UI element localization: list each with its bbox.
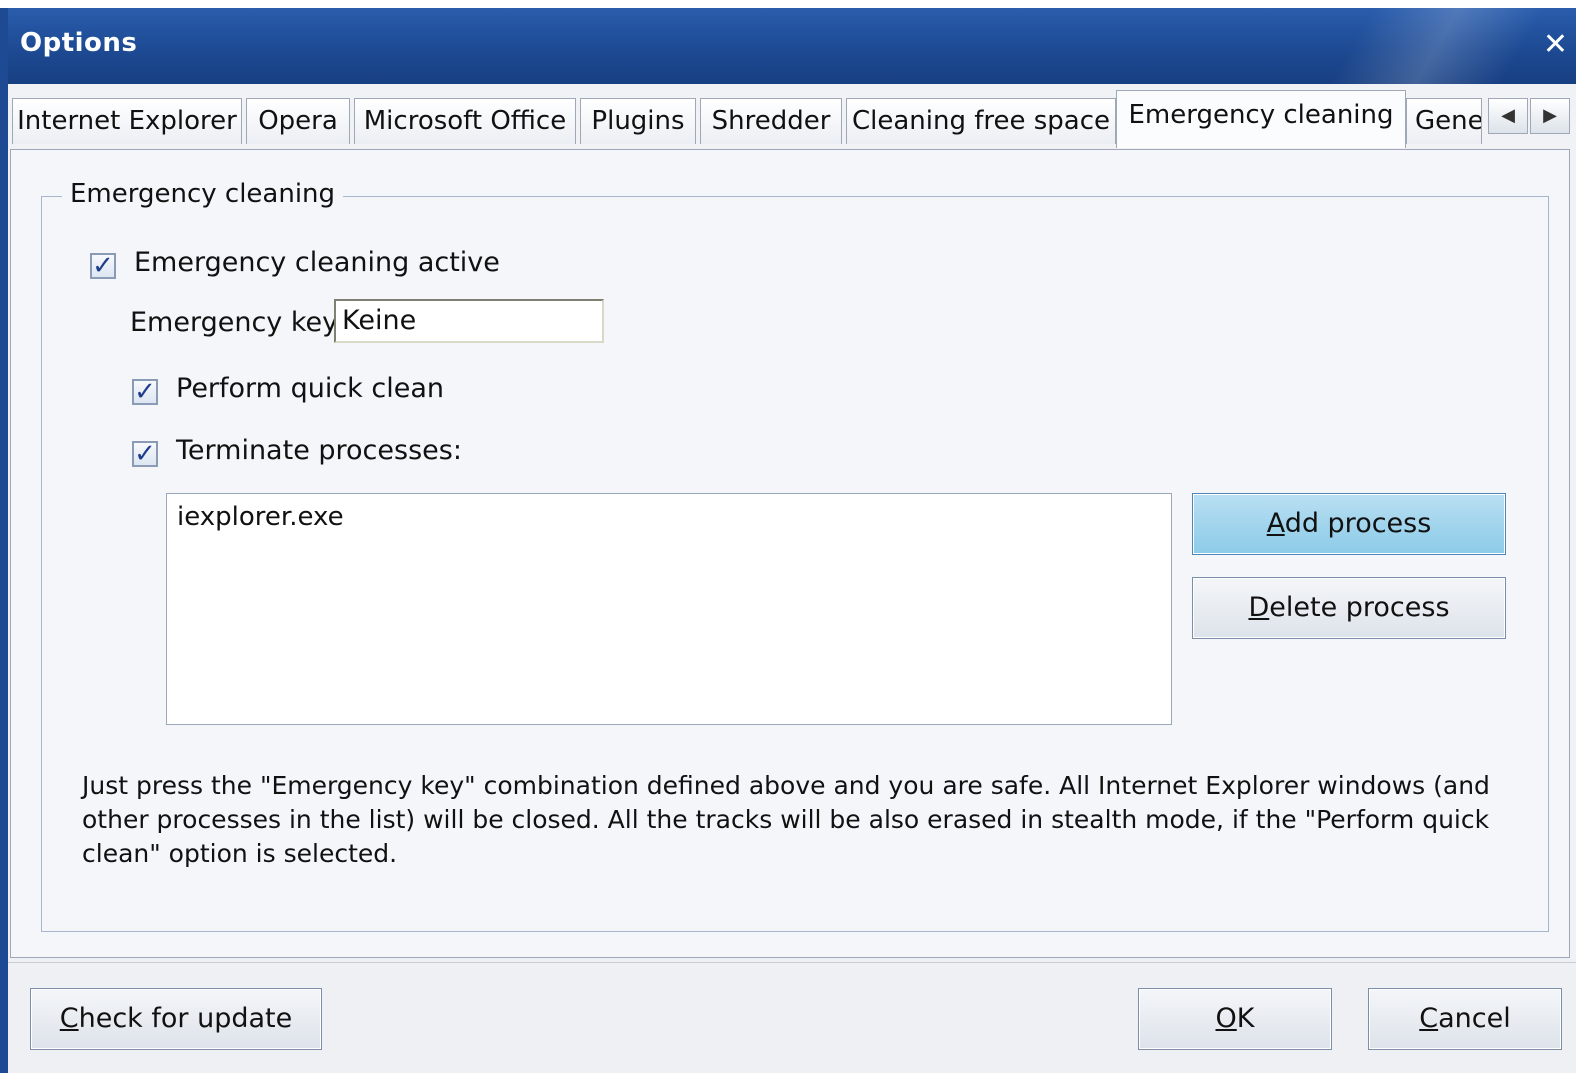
tab-emergency-cleaning[interactable]: Emergency cleaning	[1116, 90, 1406, 148]
group-title: Emergency cleaning	[62, 179, 344, 209]
emergency-active-label[interactable]: Emergency cleaning active	[134, 247, 500, 278]
emergency-key-label: Emergency key:	[130, 307, 346, 338]
window-title: Options	[20, 28, 138, 58]
quick-clean-label[interactable]: Perform quick clean	[176, 373, 444, 404]
title-bar[interactable]: Options ✕	[8, 8, 1576, 84]
tab-shredder[interactable]: Shredder	[700, 98, 842, 144]
dialog-footer: Check for update OK Cancel	[8, 958, 1576, 1073]
checkmark-icon: ✓	[134, 377, 156, 407]
delete-process-button[interactable]: Delete process	[1192, 577, 1506, 639]
tab-scroll-arrows: ◀ ▶	[1488, 98, 1572, 134]
options-dialog: Options ✕ Internet Explorer Opera Micros…	[0, 8, 1576, 1073]
terminate-processes-label[interactable]: Terminate processes:	[176, 435, 462, 466]
tab-microsoft-office[interactable]: Microsoft Office	[354, 98, 576, 144]
tab-panel: Emergency cleaning ✓ Emergency cleaning …	[10, 149, 1570, 958]
tab-cleaning-free-space[interactable]: Cleaning free space	[846, 98, 1116, 144]
arrow-right-icon[interactable]: ▶	[1530, 98, 1570, 134]
tab-general[interactable]: Gene	[1406, 98, 1482, 144]
list-item[interactable]: iexplorer.exe	[177, 502, 344, 532]
quick-clean-checkbox[interactable]: ✓	[132, 379, 158, 405]
ok-button[interactable]: OK	[1138, 988, 1332, 1050]
tab-strip: Internet Explorer Opera Microsoft Office…	[8, 84, 1576, 150]
check-for-update-button[interactable]: Check for update	[30, 988, 322, 1050]
divider	[8, 962, 1576, 963]
checkmark-icon: ✓	[134, 439, 156, 469]
close-icon[interactable]: ✕	[1543, 30, 1568, 60]
checkmark-icon: ✓	[92, 251, 114, 281]
tab-internet-explorer[interactable]: Internet Explorer	[12, 98, 242, 144]
emergency-key-field[interactable]: Keine	[334, 299, 604, 343]
emergency-cleaning-group: Emergency cleaning ✓ Emergency cleaning …	[41, 179, 1549, 932]
description-text: Just press the "Emergency key" combinati…	[82, 771, 1490, 868]
terminate-processes-checkbox[interactable]: ✓	[132, 441, 158, 467]
emergency-active-checkbox[interactable]: ✓	[90, 253, 116, 279]
arrow-left-icon[interactable]: ◀	[1488, 98, 1528, 134]
add-process-button[interactable]: Add process	[1192, 493, 1506, 555]
tab-opera[interactable]: Opera	[246, 98, 350, 144]
tab-plugins[interactable]: Plugins	[580, 98, 696, 144]
cancel-button[interactable]: Cancel	[1368, 988, 1562, 1050]
process-list[interactable]: iexplorer.exe	[166, 493, 1172, 725]
